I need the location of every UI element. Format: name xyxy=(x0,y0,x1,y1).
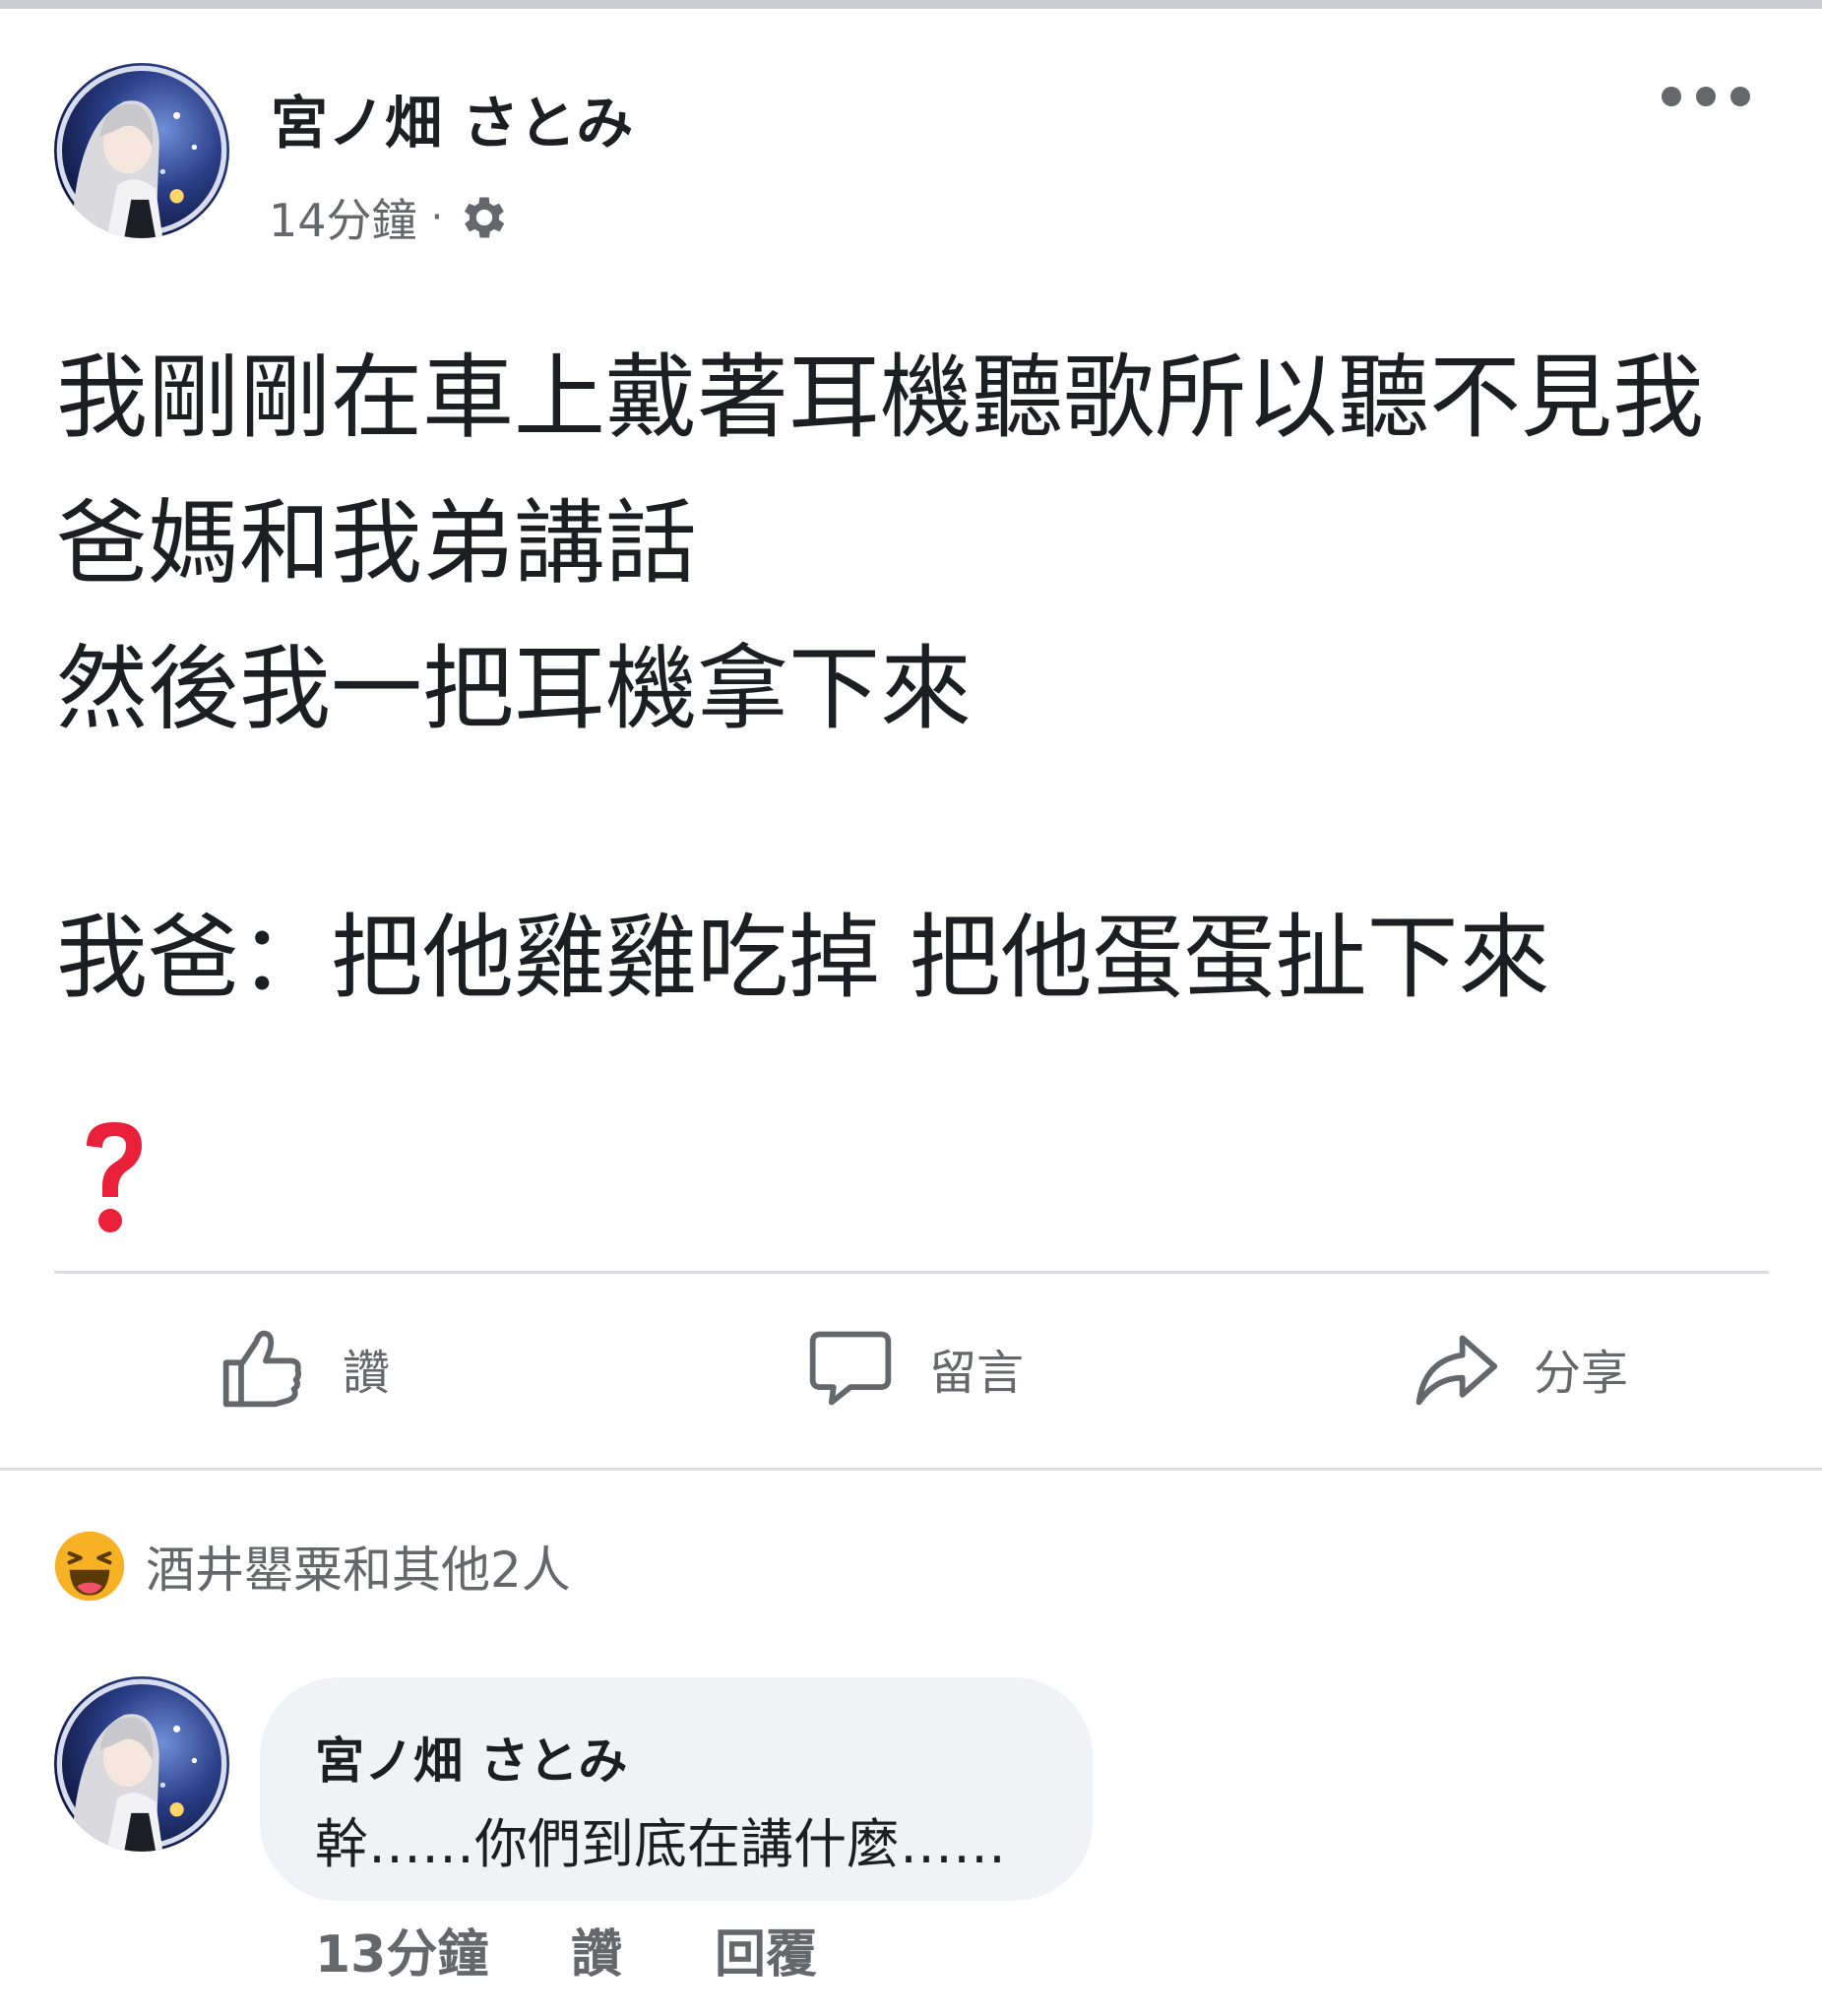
comment-button[interactable]: 留言 xyxy=(805,1319,1024,1418)
comment-reply-button[interactable]: 回覆 xyxy=(715,1915,817,1984)
share-arrow-icon xyxy=(1415,1335,1498,1406)
comment-time[interactable]: 13分鐘 xyxy=(315,1915,488,1984)
question-mark-emoji xyxy=(87,1122,142,1232)
comment-like-button[interactable]: 讚 xyxy=(571,1915,622,1984)
comment-label: 留言 xyxy=(929,1346,1025,1401)
post-body: 我剛剛在車上戴著耳機聽歌所以聽不見我 爸媽和我弟講話 然後我一把耳機拿下來 我爸… xyxy=(56,325,1769,1031)
like-label: 讚 xyxy=(343,1346,391,1401)
share-label: 分享 xyxy=(1534,1346,1629,1401)
avatar-illustration-icon xyxy=(56,65,227,238)
post-time[interactable]: 14分鐘 xyxy=(269,185,417,250)
comment-bubble: 宮ノ畑 さとみ 幹……你們到底在講什麼…… xyxy=(260,1677,1093,1901)
author-avatar[interactable] xyxy=(54,63,229,238)
post-body-line: 爸媽和我弟講話 xyxy=(56,490,697,597)
divider xyxy=(54,1271,1769,1274)
thumbs-up-icon xyxy=(222,1330,302,1408)
commenter-avatar[interactable] xyxy=(54,1676,229,1852)
more-options-icon[interactable] xyxy=(1662,77,1750,116)
haha-reaction-icon xyxy=(54,1531,125,1602)
post-body-line: 然後我一把耳機拿下來 xyxy=(56,636,972,742)
post-body-line: 我爸：把他雞雞吃掉 把他蛋蛋扯下來 xyxy=(56,905,1550,1011)
share-button[interactable]: 分享 xyxy=(1410,1319,1628,1418)
comment-bubble-icon xyxy=(809,1331,892,1406)
top-status-strip xyxy=(0,0,1822,9)
comment-author-name[interactable]: 宮ノ畑 さとみ xyxy=(315,1722,627,1793)
like-button[interactable]: 讚 xyxy=(219,1319,390,1418)
post-body-line: 我剛剛在車上戴著耳機聽歌所以聽不見我 xyxy=(56,345,1704,451)
more-dot xyxy=(1730,87,1750,106)
meta-separator: · xyxy=(430,195,444,240)
reactions-text: 酒井罌粟和其他2人 xyxy=(146,1542,571,1599)
comment-text: 幹……你們到底在講什麼…… xyxy=(315,1813,1006,1875)
reactions-summary[interactable]: 酒井罌粟和其他2人 xyxy=(53,1529,571,1604)
divider xyxy=(0,1468,1822,1471)
post-meta: 14分鐘 · xyxy=(269,185,512,250)
more-dot xyxy=(1696,87,1716,106)
avatar-illustration-icon xyxy=(56,1678,227,1852)
more-dot xyxy=(1662,87,1681,106)
gear-icon[interactable] xyxy=(457,190,512,245)
post-author-name[interactable]: 宮ノ畑 さとみ xyxy=(271,77,633,159)
